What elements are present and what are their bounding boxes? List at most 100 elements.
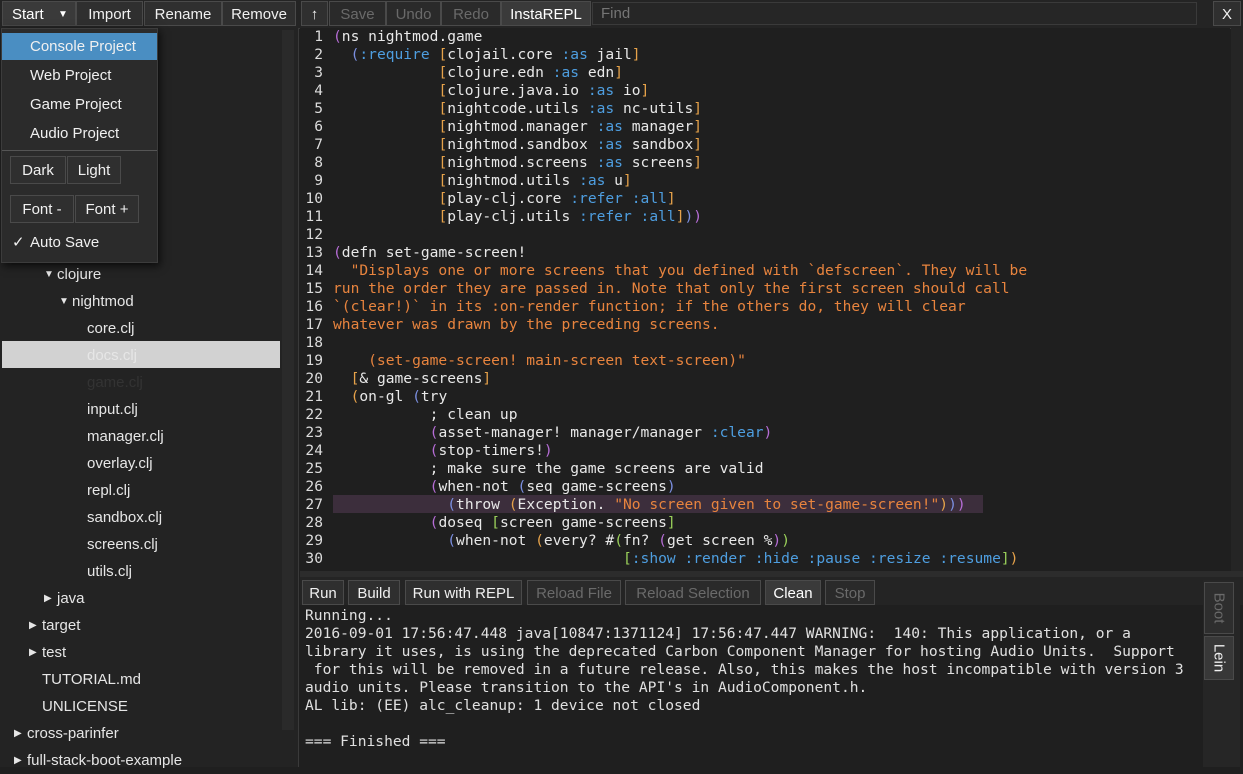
code-line: [play-clj.core :refer :all] xyxy=(438,190,676,207)
tree-file[interactable]: sandbox.clj xyxy=(87,504,162,531)
tree-project-full-stack-boot-example[interactable]: full-stack-boot-example xyxy=(27,747,182,774)
line-number: 1 xyxy=(314,28,323,45)
boot-tab[interactable]: Boot xyxy=(1204,582,1234,634)
code-line: (ns nightmod.game xyxy=(333,28,483,45)
sidebar-scrollbar[interactable] xyxy=(282,30,294,730)
reload-selection-button[interactable]: Reload Selection xyxy=(625,580,761,605)
code-line: [nightmod.screens :as screens] xyxy=(438,154,703,171)
theme-dark-button[interactable]: Dark xyxy=(10,156,66,184)
save-button[interactable]: Save xyxy=(329,1,386,26)
expanded-arrow-icon[interactable]: ▼ xyxy=(59,288,69,315)
console-line: 2016-09-01 17:56:47.448 java[10847:13711… xyxy=(305,625,1131,642)
line-number: 15 xyxy=(305,280,323,297)
rename-button[interactable]: Rename xyxy=(144,1,222,26)
line-number: 19 xyxy=(305,352,323,369)
collapsed-arrow-icon[interactable]: ▶ xyxy=(14,747,22,774)
collapsed-arrow-icon[interactable]: ▶ xyxy=(14,720,22,747)
run-with-repl-button[interactable]: Run with REPL xyxy=(405,580,522,605)
tree-folder-nightmod[interactable]: nightmod xyxy=(72,288,134,315)
line-number: 12 xyxy=(305,226,323,243)
code-line: [nightcode.utils :as nc-utils] xyxy=(438,100,703,117)
menu-divider xyxy=(2,150,157,151)
build-button[interactable]: Build xyxy=(348,580,400,605)
line-number: 14 xyxy=(305,262,323,279)
tree-folder-java[interactable]: java xyxy=(57,585,85,612)
editor-scrollbar[interactable] xyxy=(1231,28,1243,571)
font-decrease-button[interactable]: Font - xyxy=(10,195,74,223)
reload-file-button[interactable]: Reload File xyxy=(527,580,621,605)
tree-folder-target[interactable]: target xyxy=(42,612,80,639)
code-line: (defn set-game-screen! xyxy=(333,244,527,261)
start-menu-button[interactable]: Start ▼ xyxy=(2,1,76,26)
collapsed-arrow-icon[interactable]: ▶ xyxy=(29,639,37,666)
tree-project-cross-parinfer[interactable]: cross-parinfer xyxy=(27,720,119,747)
code-line: ; clean up xyxy=(333,406,518,423)
console-line: Running... xyxy=(305,607,393,624)
line-number: 27 xyxy=(305,496,323,513)
collapsed-arrow-icon[interactable]: ▶ xyxy=(29,612,37,639)
tree-file[interactable]: utils.clj xyxy=(87,558,132,585)
font-increase-button[interactable]: Font + xyxy=(75,195,139,223)
find-input[interactable] xyxy=(592,2,1197,25)
console-line: for this will be removed in a future rel… xyxy=(305,661,1184,678)
run-button[interactable]: Run xyxy=(302,580,344,605)
code-line: (throw (Exception. "No screen given to s… xyxy=(447,496,966,513)
auto-save-toggle[interactable]: ✓ Auto Save xyxy=(2,229,157,256)
checkmark-icon: ✓ xyxy=(12,234,25,251)
line-number: 17 xyxy=(305,316,323,333)
import-button[interactable]: Import xyxy=(76,1,143,26)
menu-audio-project[interactable]: Audio Project xyxy=(2,120,157,147)
tree-file[interactable]: core.clj xyxy=(87,315,135,342)
line-number: 9 xyxy=(314,172,323,189)
collapsed-arrow-icon[interactable]: ▶ xyxy=(44,585,52,612)
tree-file[interactable]: TUTORIAL.md xyxy=(42,666,141,693)
line-number: 24 xyxy=(305,442,323,459)
line-number: 6 xyxy=(314,118,323,135)
tree-file[interactable]: screens.clj xyxy=(87,531,158,558)
tree-file[interactable]: docs.clj xyxy=(87,342,137,369)
tree-folder-test[interactable]: test xyxy=(42,639,66,666)
code-line: [nightmod.sandbox :as sandbox] xyxy=(438,136,703,153)
code-line: [nightmod.manager :as manager] xyxy=(438,118,703,135)
line-number: 21 xyxy=(305,388,323,405)
tree-file[interactable]: UNLICENSE xyxy=(42,693,128,720)
close-button[interactable]: X xyxy=(1213,1,1241,26)
stop-button[interactable]: Stop xyxy=(825,580,875,605)
redo-button[interactable]: Redo xyxy=(441,1,501,26)
code-line: [& game-screens] xyxy=(350,370,492,387)
instarepl-button[interactable]: InstaREPL xyxy=(501,1,591,26)
line-number: 4 xyxy=(314,82,323,99)
theme-light-button[interactable]: Light xyxy=(67,156,121,184)
menu-console-project[interactable]: Console Project xyxy=(2,33,157,60)
undo-button[interactable]: Undo xyxy=(386,1,441,26)
start-dropdown-menu: Console Project Web Project Game Project… xyxy=(1,28,158,263)
line-number: 29 xyxy=(305,532,323,549)
code-line: (set-game-screen! main-screen text-scree… xyxy=(333,352,746,369)
lein-tab[interactable]: Lein xyxy=(1204,636,1234,680)
menu-web-project[interactable]: Web Project xyxy=(2,62,157,89)
menu-game-project[interactable]: Game Project xyxy=(2,91,157,118)
line-number: 2 xyxy=(314,46,323,63)
console-line: library it uses, is using the deprecated… xyxy=(305,643,1175,660)
code-line: (on-gl (try xyxy=(350,388,448,405)
tree-file-selected[interactable]: game.clj xyxy=(87,369,143,396)
code-line: "Displays one or more screens that you d… xyxy=(333,262,1028,279)
clean-button[interactable]: Clean xyxy=(765,580,821,605)
up-arrow-button[interactable]: ↑ xyxy=(301,1,328,26)
tree-folder-clojure[interactable]: clojure xyxy=(57,261,101,288)
tree-file[interactable]: input.clj xyxy=(87,396,138,423)
console-line: === Finished === xyxy=(305,733,446,750)
console-line: AL lib: (EE) alc_cleanup: 1 device not c… xyxy=(305,697,701,714)
line-number: 26 xyxy=(305,478,323,495)
expanded-arrow-icon[interactable]: ▼ xyxy=(44,261,54,288)
code-line: `(clear!)` in its :on-render function; i… xyxy=(333,298,966,315)
code-line: (doseq [screen game-screens] xyxy=(429,514,676,531)
remove-button[interactable]: Remove xyxy=(222,1,296,26)
code-line: ; make sure the game screens are valid xyxy=(333,460,764,477)
tree-file[interactable]: repl.clj xyxy=(87,477,130,504)
line-number: 7 xyxy=(314,136,323,153)
code-line: run the order they are passed in. Note t… xyxy=(333,280,1010,297)
tree-file[interactable]: overlay.clj xyxy=(87,450,153,477)
line-number: 18 xyxy=(305,334,323,351)
tree-file[interactable]: manager.clj xyxy=(87,423,164,450)
